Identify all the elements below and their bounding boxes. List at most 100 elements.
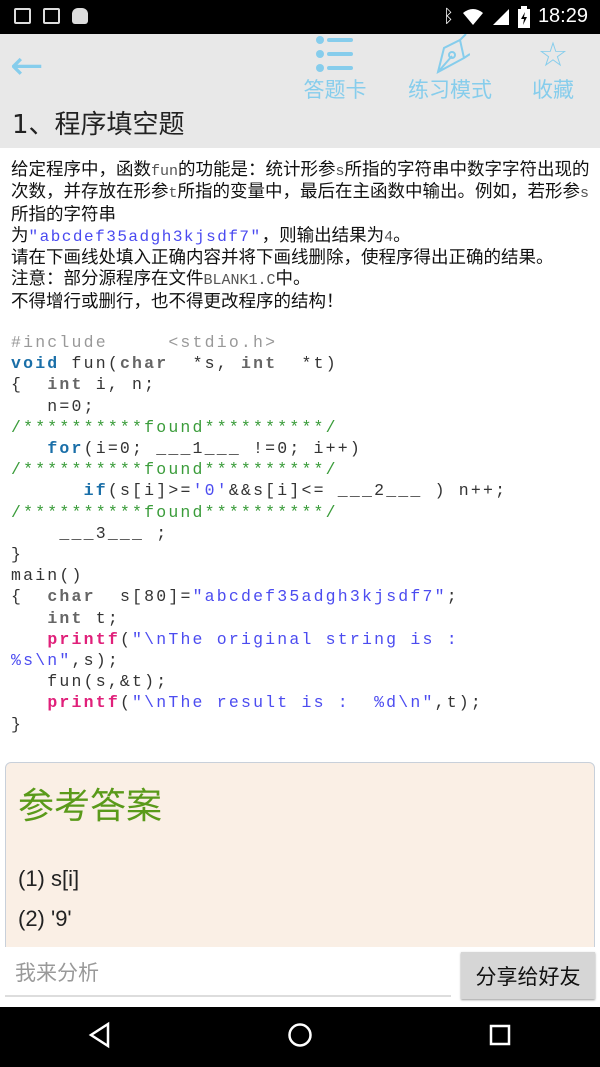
description-text: 注意：部分源程序在文件: [11, 269, 204, 290]
description-text: 不得增行或删行，也不得更改程序的结构！: [11, 291, 344, 312]
code-line: if(s[i]>='0'&&s[i]<= ___2___ ) n++;: [11, 480, 596, 501]
code-token: if: [83, 481, 108, 501]
description-text: 所指的变量中，最后在主函数中输出。例如，若形参: [177, 182, 581, 203]
home-circle-icon[interactable]: [287, 1021, 313, 1053]
code-token: }: [11, 545, 24, 565]
code-token: i, n;: [83, 375, 157, 395]
code-token: {: [11, 375, 48, 395]
code-token: ,s);: [71, 651, 120, 671]
code-token: "\nThe result is : %d\n": [132, 693, 435, 713]
code-token: fun(: [59, 354, 120, 374]
description-text: 。: [393, 225, 411, 246]
description-text: 中。: [275, 269, 311, 290]
code-token: s[80]=: [95, 587, 193, 607]
inline-code: "abcdef35adgh3kjsdf7": [28, 227, 262, 246]
code-line: printf("\nThe result is : %d\n",t);: [11, 692, 596, 713]
code-line: printf("\nThe original string is :: [11, 629, 596, 650]
code-token: fun(s,&t);: [11, 672, 169, 692]
code-token: (: [119, 629, 133, 649]
image-icon: [14, 8, 31, 24]
back-button[interactable]: ←: [10, 46, 52, 88]
code-token: ,t);: [434, 693, 484, 713]
code-token: printf: [47, 629, 120, 649]
recents-square-icon[interactable]: [488, 1021, 512, 1053]
code-line: %s\n",s);: [11, 650, 596, 671]
inline-code: s: [335, 163, 345, 180]
code-token: &&s[i]<= ___2___ ) n++;: [228, 481, 508, 501]
star-icon: ☆: [537, 35, 569, 75]
description-text: 请在下画线处填入正确内容并将下画线删除，使程序得出正确的结果。: [11, 248, 554, 269]
code-line: main(): [11, 565, 596, 586]
code-token: {: [11, 587, 48, 607]
code-token: char: [119, 354, 169, 374]
code-token: "\nThe original string is :: [132, 629, 459, 649]
code-token: for: [47, 439, 84, 459]
code-token: *t): [277, 354, 338, 374]
code-token: int: [47, 608, 84, 628]
code-token: #include <stdio.h>: [11, 333, 278, 352]
arrow-left-icon: ←: [10, 43, 44, 89]
share-button[interactable]: 分享给好友: [461, 952, 595, 999]
description-text: ，则输出结果为: [261, 225, 385, 246]
answer-card-button[interactable]: 答题卡: [300, 34, 370, 104]
code-line: }: [11, 714, 596, 735]
code-line: n=0;: [11, 396, 596, 417]
back-triangle-icon[interactable]: [88, 1021, 112, 1053]
description-text: 的功能是：统计形参: [178, 160, 336, 180]
bottom-bar: 分享给好友: [0, 947, 600, 1007]
toolbar: ← 答题卡 练习模式 ☆ 收藏: [0, 33, 600, 102]
description-text: 为: [11, 225, 29, 246]
code-token: void: [11, 354, 60, 374]
favorite-button[interactable]: ☆ 收藏: [528, 34, 578, 104]
code-token: ;: [446, 587, 459, 607]
code-token: n=0;: [11, 396, 96, 416]
code-token: /**********found**********/: [11, 460, 338, 480]
code-line: { int i, n;: [11, 374, 596, 395]
question-description: 给定程序中，函数fun的功能是：统计形参s所指的字符串中数字字符出现的次数，并存…: [11, 160, 591, 313]
clock: 18:29: [537, 5, 588, 27]
pen-nib-icon: [402, 33, 498, 74]
code-line: #include <stdio.h>: [11, 332, 596, 353]
code-line: for(i=0; ___1___ !=0; i++): [11, 438, 596, 459]
code-token: main(): [11, 566, 84, 586]
list-icon: [300, 34, 370, 74]
answer-item: (1) s[i]: [18, 866, 80, 891]
analysis-input[interactable]: [5, 951, 451, 997]
inline-code: t: [168, 185, 178, 203]
status-bar: ᛒ 18:29: [0, 0, 600, 34]
navigation-bar: [0, 1007, 600, 1067]
code-line: { char s[80]="abcdef35adgh3kjsdf7";: [11, 586, 596, 607]
code-token: (i=0; ___1___ !=0; i++): [83, 439, 362, 459]
wifi-icon: [462, 8, 483, 25]
android-icon: [72, 8, 88, 24]
code-line: int t;: [11, 608, 596, 629]
code-line: }: [11, 544, 596, 565]
code-block: #include <stdio.h> void fun(char *s, int …: [11, 332, 596, 735]
inline-code: fun: [151, 163, 179, 180]
battery-charging-icon: [517, 5, 530, 28]
code-token: /**********found**********/: [11, 502, 338, 522]
code-token: %s\n": [11, 651, 72, 671]
code-line: void fun(char *s, int *t): [11, 353, 596, 374]
code-token: char: [47, 587, 96, 607]
answer-item: (2) '9': [18, 906, 72, 931]
code-token: (s[i]>=: [107, 481, 193, 501]
signal-icon: [492, 8, 509, 25]
code-line: /**********found**********/: [11, 459, 596, 480]
code-line: /**********found**********/: [11, 417, 596, 438]
code-token: int: [47, 375, 84, 395]
bluetooth-icon: ᛒ: [443, 6, 454, 26]
question-title: 1、程序填空题: [0, 100, 600, 148]
code-token: /**********found**********/: [11, 417, 338, 437]
description-text: 所指的字符串: [11, 204, 116, 225]
code-line: fun(s,&t);: [11, 671, 596, 692]
code-token: printf: [47, 693, 120, 713]
practice-mode-button[interactable]: 练习模式: [402, 33, 498, 104]
code-token: t;: [83, 608, 120, 628]
code-token: int: [240, 354, 278, 374]
